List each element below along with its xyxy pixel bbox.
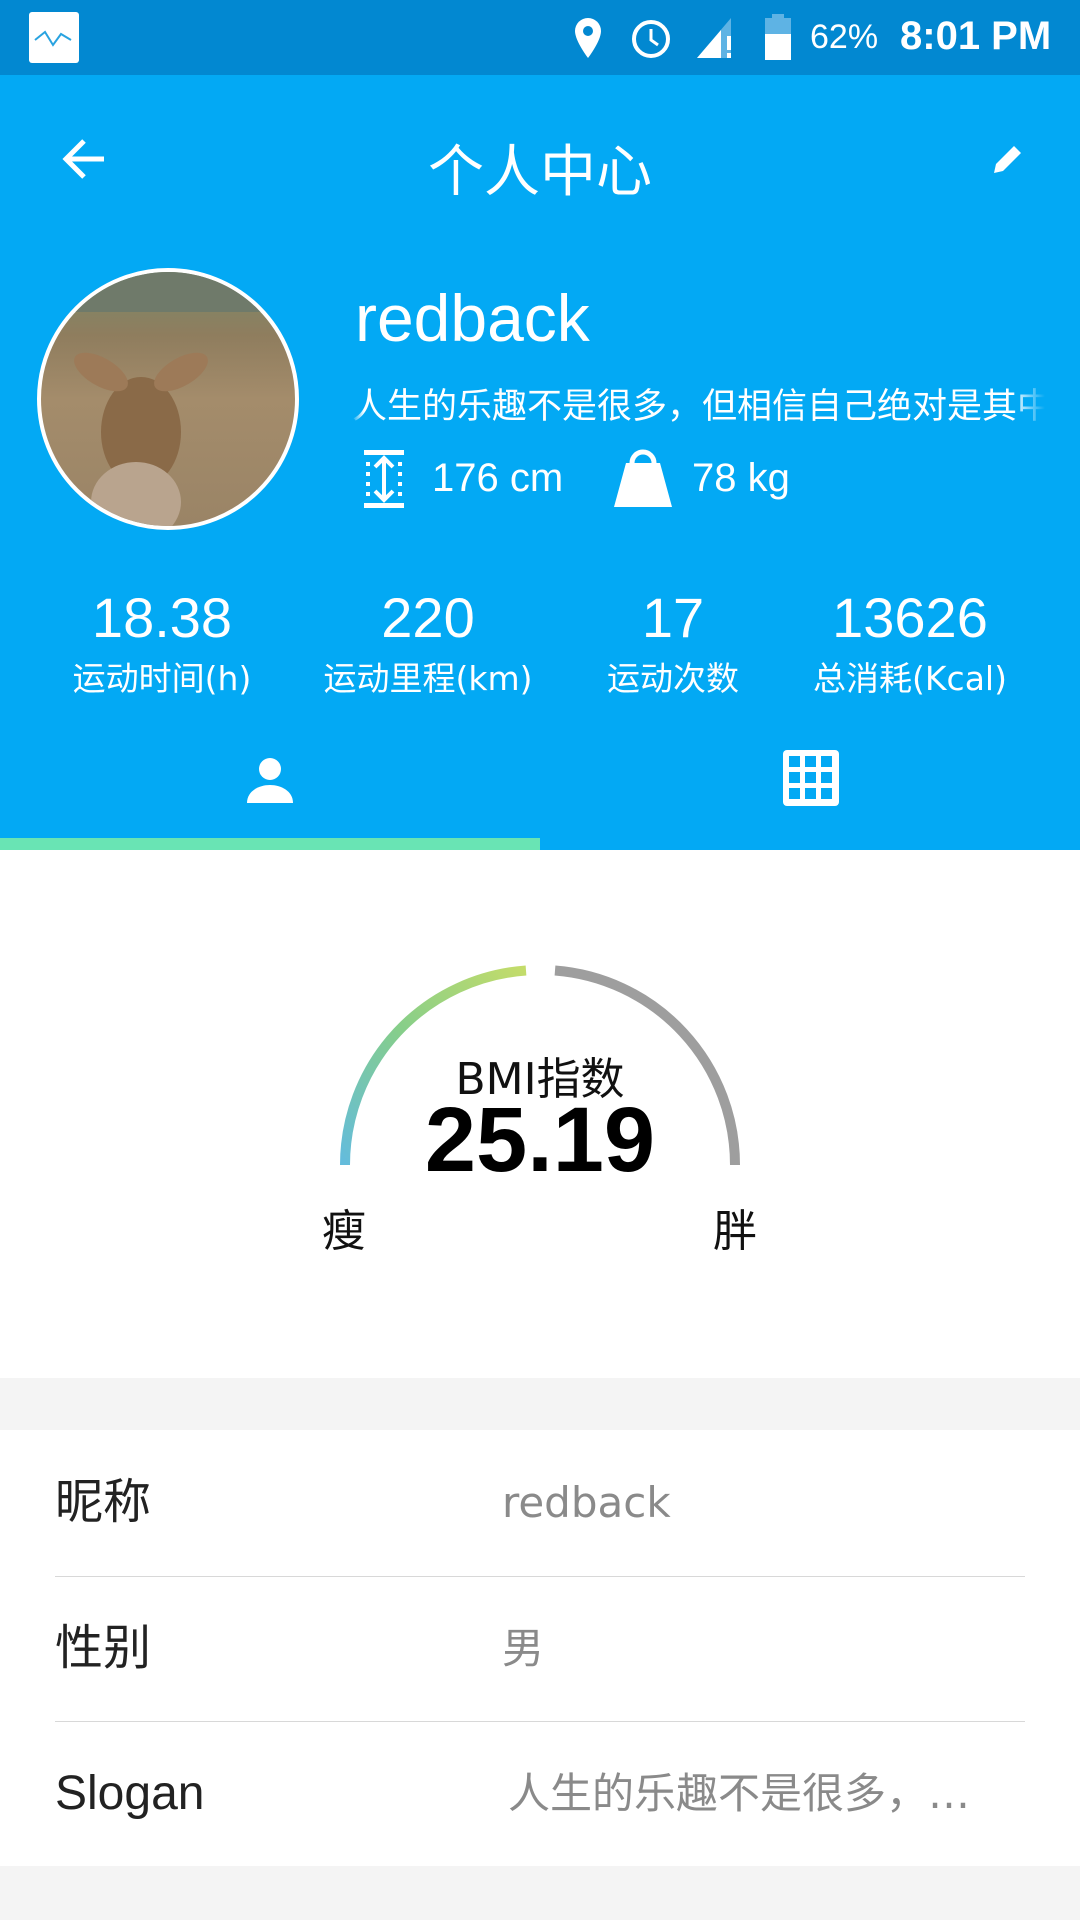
avatar[interactable]: [37, 268, 299, 530]
info-row-slogan[interactable]: Slogan 人生的乐趣不是很多，…: [0, 1721, 1080, 1866]
info-label: Slogan: [55, 1767, 205, 1820]
stat-exercise-time: 18.38 运动时间(h): [32, 585, 292, 700]
person-icon: [247, 758, 293, 803]
stat-value: 220: [381, 586, 475, 649]
app-notification-icon: [29, 12, 79, 63]
info-label: 性别: [55, 1620, 152, 1676]
stat-calories: 13626 总消耗(Kcal): [780, 585, 1040, 700]
height-icon: [364, 450, 404, 508]
tab-profile[interactable]: [0, 735, 540, 838]
battery-percent: 62%: [810, 18, 879, 56]
profile-name: redback: [355, 281, 590, 355]
alarm-icon: [632, 20, 670, 58]
status-bar: 62% 8:01 PM: [0, 0, 1080, 75]
info-value: 男: [502, 1624, 545, 1673]
info-row-gender[interactable]: 性别 男: [0, 1576, 1080, 1721]
edit-icon[interactable]: [990, 141, 1026, 177]
weight-icon: [614, 449, 672, 507]
page-title: 个人中心: [428, 140, 652, 205]
profile-slogan: 人生的乐趣不是很多，但相信自己绝对是其中之一: [352, 387, 1045, 427]
stat-value: 17: [641, 586, 705, 649]
tab-indicator: [0, 838, 540, 850]
info-value: redback: [502, 1478, 671, 1527]
stat-label: 总消耗(Kcal): [813, 659, 1007, 698]
info-value: 人生的乐趣不是很多，…: [508, 1769, 971, 1818]
clock: 8:01 PM: [900, 14, 1052, 58]
info-row-nickname[interactable]: 昵称 redback: [0, 1430, 1080, 1575]
tab-grid[interactable]: [540, 735, 1080, 838]
info-label: 昵称: [55, 1474, 152, 1530]
stat-label: 运动时间(h): [72, 659, 252, 698]
bmi-value: 25.19: [424, 1089, 656, 1191]
stat-distance: 220 运动里程(km): [298, 585, 558, 700]
signal-icon: [697, 18, 731, 58]
bmi-min-label: 瘦: [322, 1206, 366, 1257]
height-value: 176 cm: [432, 456, 564, 500]
stat-value: 13626: [832, 586, 988, 649]
bmi-max-label: 胖: [713, 1206, 757, 1257]
profile-info-list: 昵称 redback 性别 男 Slogan 人生的乐趣不是很多，…: [0, 1430, 1080, 1866]
battery-icon: [765, 14, 791, 60]
bmi-panel: BMI指数 25.19 瘦 胖: [0, 850, 1080, 1378]
stat-count: 17 运动次数: [543, 585, 803, 700]
grid-icon: [783, 750, 839, 806]
weight-value: 78 kg: [692, 456, 790, 500]
stat-label: 运动里程(km): [323, 659, 533, 698]
profile-header: 个人中心 redback 人生的乐趣不是很多，但相信自己绝对是其中之一 176 …: [0, 75, 1080, 850]
stat-value: 18.38: [91, 586, 233, 649]
location-icon: [575, 18, 601, 58]
stat-label: 运动次数: [607, 659, 739, 698]
